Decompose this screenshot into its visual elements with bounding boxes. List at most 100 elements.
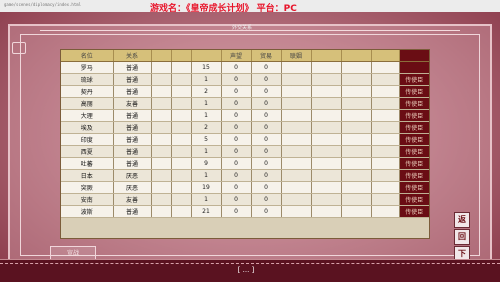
prestige-cell: 1 xyxy=(191,193,222,206)
table-row: 高丽 友善 1 0 0 传使臣 xyxy=(61,97,429,110)
marriage-cell: 0 xyxy=(251,133,282,146)
send-envoy-button[interactable]: 传使臣 xyxy=(399,109,429,122)
relation-cell: 厌恶 xyxy=(113,169,152,182)
empty-cell xyxy=(311,85,342,98)
relation-cell: 普通 xyxy=(113,145,152,158)
table-header-row: 名位 关系 声望 贸易 联姻 xyxy=(61,50,429,62)
empty-cell xyxy=(171,97,192,110)
empty-cell xyxy=(171,205,192,218)
relation-cell: 普通 xyxy=(113,205,152,218)
send-envoy-button[interactable]: 传使臣 xyxy=(399,85,429,98)
prestige-cell: 2 xyxy=(191,85,222,98)
side-button-1[interactable]: 返 xyxy=(454,212,470,228)
col-header: 关系 xyxy=(113,50,152,62)
table-row: 罗马 普通 15 0 0 xyxy=(61,61,429,74)
empty-cell xyxy=(311,157,342,170)
country-name-cell: 西夏 xyxy=(61,145,114,158)
marriage-cell: 0 xyxy=(251,205,282,218)
trade-cell: 0 xyxy=(221,133,252,146)
send-envoy-button[interactable]: 传使臣 xyxy=(399,145,429,158)
col-header xyxy=(191,50,222,62)
relation-cell: 普通 xyxy=(113,121,152,134)
empty-cell xyxy=(151,61,172,74)
empty-cell xyxy=(281,109,312,122)
send-envoy-button[interactable]: 传使臣 xyxy=(399,205,429,218)
marriage-cell: 0 xyxy=(251,85,282,98)
empty-cell xyxy=(281,157,312,170)
country-name-cell: 印度 xyxy=(61,133,114,146)
country-name-cell: 埃及 xyxy=(61,121,114,134)
marriage-cell: 0 xyxy=(251,169,282,182)
empty-cell xyxy=(281,169,312,182)
relation-cell: 友善 xyxy=(113,193,152,206)
empty-cell xyxy=(341,73,372,86)
marriage-cell: 0 xyxy=(251,97,282,110)
send-envoy-button[interactable]: 传使臣 xyxy=(399,121,429,134)
send-envoy-button[interactable]: 传使臣 xyxy=(399,181,429,194)
empty-cell xyxy=(341,169,372,182)
send-envoy-button[interactable]: 传使臣 xyxy=(399,97,429,110)
empty-cell xyxy=(171,109,192,122)
send-envoy-button[interactable]: 传使臣 xyxy=(399,193,429,206)
col-header: 名位 xyxy=(61,50,114,62)
table-row: 契丹 普通 2 0 0 传使臣 xyxy=(61,85,429,98)
trade-cell: 0 xyxy=(221,97,252,110)
table-row: 波斯 普通 21 0 0 传使臣 xyxy=(61,205,429,218)
table-row: 大理 普通 1 0 0 传使臣 xyxy=(61,109,429,122)
empty-cell xyxy=(341,61,372,74)
relation-cell: 普通 xyxy=(113,133,152,146)
send-envoy-button[interactable]: 传使臣 xyxy=(399,169,429,182)
empty-cell xyxy=(151,73,172,86)
prestige-cell: 15 xyxy=(191,61,222,74)
trade-cell: 0 xyxy=(221,145,252,158)
prestige-cell: 1 xyxy=(191,97,222,110)
empty-cell xyxy=(171,169,192,182)
prestige-cell: 1 xyxy=(191,145,222,158)
col-header: 贸易 xyxy=(251,50,282,62)
send-envoy-button[interactable]: 传使臣 xyxy=(399,73,429,86)
trade-cell: 0 xyxy=(221,193,252,206)
relation-cell: 友善 xyxy=(113,97,152,110)
empty-cell xyxy=(281,73,312,86)
relation-cell: 普通 xyxy=(113,157,152,170)
empty-cell xyxy=(311,97,342,110)
side-button-2[interactable]: 回 xyxy=(454,229,470,245)
trade-cell: 0 xyxy=(221,181,252,194)
trade-cell: 0 xyxy=(221,169,252,182)
empty-cell xyxy=(171,61,192,74)
country-name-cell: 吐蕃 xyxy=(61,157,114,170)
empty-cell xyxy=(171,181,192,194)
prestige-cell: 1 xyxy=(191,73,222,86)
trade-cell: 0 xyxy=(221,61,252,74)
trade-cell: 0 xyxy=(221,109,252,122)
prestige-cell: 1 xyxy=(191,169,222,182)
table-row: 西夏 普通 1 0 0 传使臣 xyxy=(61,145,429,158)
empty-cell xyxy=(371,121,400,134)
empty-cell xyxy=(311,121,342,134)
col-header: 联姻 xyxy=(281,50,312,62)
prestige-cell: 21 xyxy=(191,205,222,218)
empty-cell xyxy=(311,109,342,122)
country-name-cell: 契丹 xyxy=(61,85,114,98)
col-header xyxy=(371,50,400,62)
empty-cell xyxy=(311,73,342,86)
country-name-cell: 罗马 xyxy=(61,61,114,74)
empty-cell xyxy=(371,109,400,122)
relation-cell: 普通 xyxy=(113,85,152,98)
empty-cell xyxy=(371,61,400,74)
send-envoy-button[interactable]: 传使臣 xyxy=(399,157,429,170)
empty-cell xyxy=(371,157,400,170)
table-row: 日本 厌恶 1 0 0 传使臣 xyxy=(61,169,429,182)
empty-cell xyxy=(171,133,192,146)
empty-cell xyxy=(281,193,312,206)
empty-cell xyxy=(151,169,172,182)
marriage-cell: 0 xyxy=(251,193,282,206)
send-envoy-button[interactable]: 传使臣 xyxy=(399,133,429,146)
col-header xyxy=(341,50,372,62)
panel-subtitle: 外交关系 xyxy=(232,25,253,31)
col-header xyxy=(399,50,429,62)
empty-cell xyxy=(171,73,192,86)
empty-cell xyxy=(371,205,400,218)
empty-cell xyxy=(341,145,372,158)
empty-cell xyxy=(311,145,342,158)
